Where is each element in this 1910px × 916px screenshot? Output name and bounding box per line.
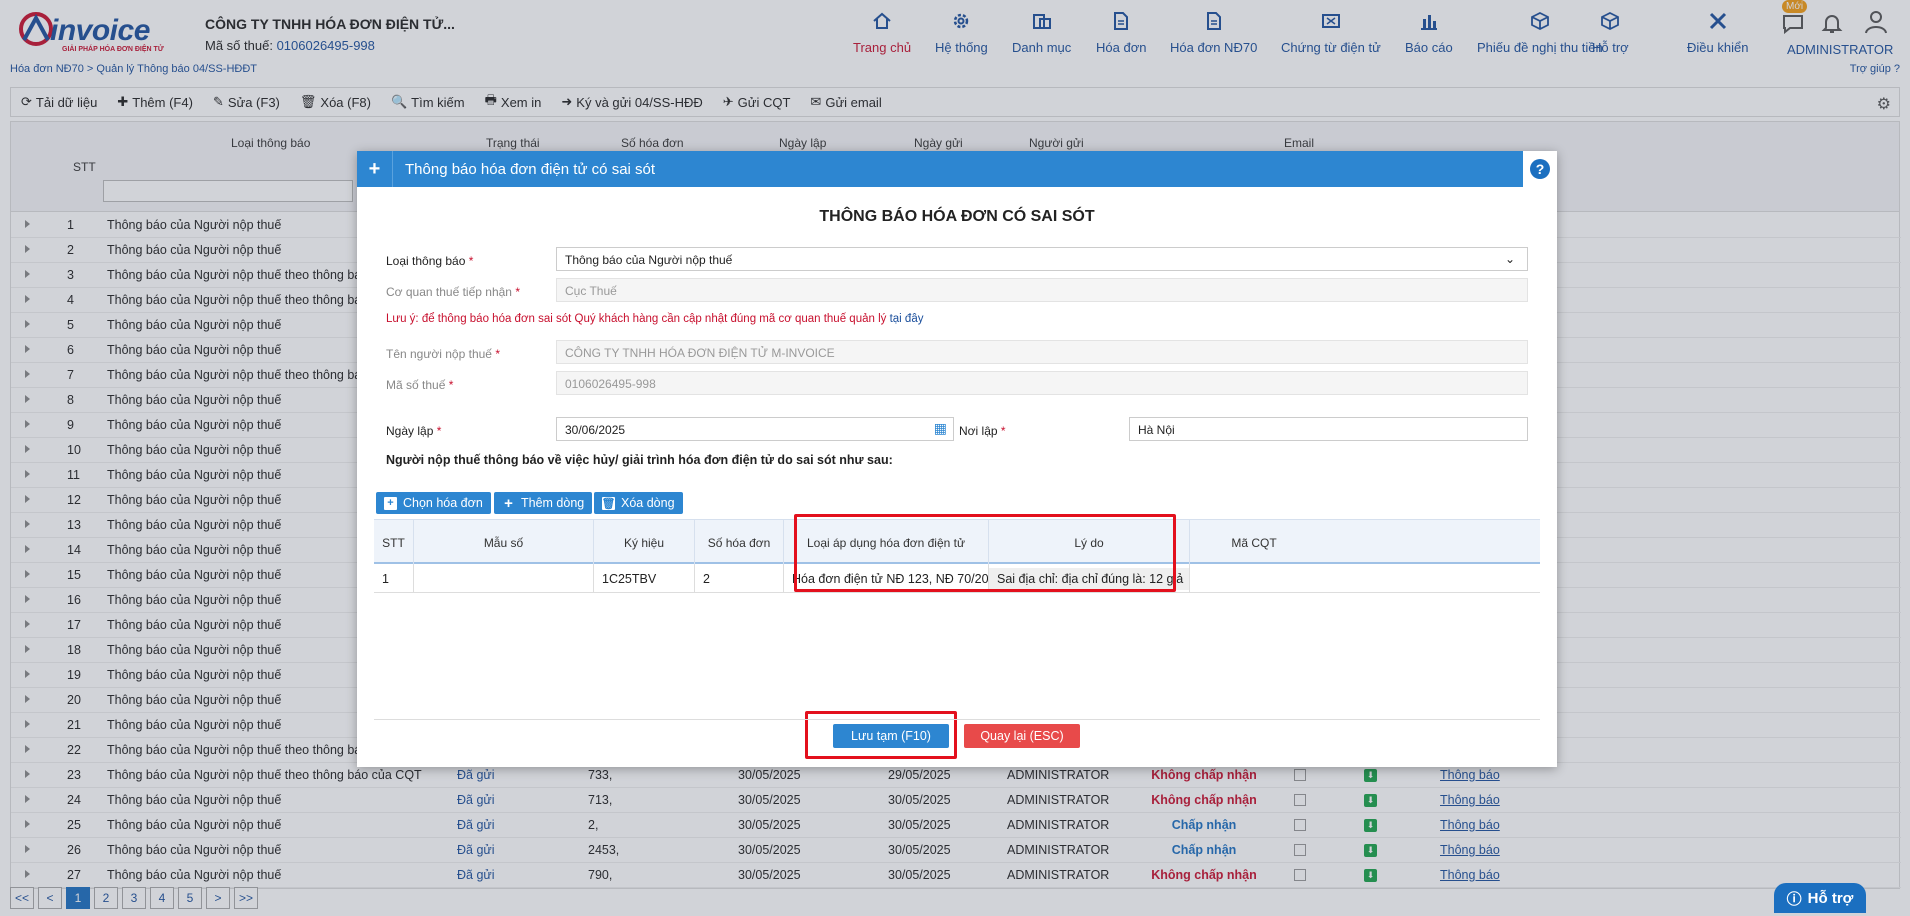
cell-stt: 1	[374, 565, 414, 593]
plus-square-icon: +	[384, 496, 397, 510]
ten-nnt-label: Tên người nộp thuế *	[386, 347, 500, 361]
plus-icon: +	[357, 151, 393, 187]
dialog-title: Thông báo hóa đơn điện tử có sai sót	[405, 161, 656, 178]
ma-so-thue-field: 0106026495-998	[556, 371, 1528, 395]
note-text: Lưu ý: để thông báo hóa đơn sai sót Quý …	[386, 313, 887, 325]
th-ma-cqt: Mã CQT	[1231, 535, 1277, 550]
chevron-down-icon: ⌄	[1504, 252, 1515, 266]
noi-lap-text: Nơi lập	[959, 424, 998, 438]
ten-nnt-field: CÔNG TY TNHH HÓA ĐƠN ĐIỆN TỬ M-INVOICE	[556, 340, 1528, 364]
back-button[interactable]: Quay lại (ESC)	[964, 724, 1080, 748]
loai-thong-bao-text: Loại thông báo	[386, 254, 466, 268]
cell-mau-so[interactable]	[414, 565, 594, 593]
cell-ma-cqt[interactable]	[1190, 565, 1318, 593]
footer-divider	[374, 719, 1540, 720]
cell-so-hoa-don[interactable]: 2	[695, 565, 784, 593]
ngay-lap-text: Ngày lập	[386, 424, 434, 438]
support-label: Hỗ trợ	[1807, 889, 1854, 907]
question-icon: ?	[1530, 159, 1550, 179]
required-mark: *	[468, 254, 474, 268]
required-mark: *	[436, 424, 442, 438]
co-quan-thue-label: Cơ quan thuế tiếp nhận *	[386, 285, 520, 299]
save-draft-button[interactable]: Lưu tạm (F10)	[833, 724, 949, 748]
ten-nnt-text: Tên người nộp thuế	[386, 347, 492, 361]
choose-invoice-label: Chọn hóa đơn	[403, 496, 483, 510]
required-mark: *	[495, 347, 500, 361]
loai-thong-bao-label: Loại thông báo *	[386, 254, 473, 268]
noi-lap-label: Nơi lập *	[959, 424, 1006, 438]
th-stt: STT	[374, 520, 414, 565]
tax-office-note: Lưu ý: để thông báo hóa đơn sai sót Quý …	[386, 313, 923, 325]
calendar-icon[interactable]: ▦	[934, 420, 947, 437]
choose-invoice-button[interactable]: + Chọn hóa đơn	[376, 492, 491, 514]
ma-so-thue-label: Mã số thuế *	[386, 378, 453, 392]
delete-row-button[interactable]: 🗑 Xóa dòng	[594, 492, 683, 514]
required-mark: *	[448, 378, 454, 392]
loai-thong-bao-value: Thông báo của Người nộp thuế	[565, 253, 733, 267]
th-so-hoa-don: Số hóa đơn	[695, 520, 784, 565]
delete-row-label: Xóa dòng	[621, 496, 675, 510]
plus-icon: +	[504, 494, 513, 512]
ma-so-thue-text: Mã số thuế	[386, 378, 446, 392]
th-mau-so: Mẫu số	[414, 520, 594, 565]
add-row-button[interactable]: + Thêm dòng	[494, 492, 593, 514]
co-quan-thue-text: Cơ quan thuế tiếp nhận	[386, 285, 512, 299]
ngay-lap-label: Ngày lập *	[386, 424, 441, 438]
cell-ky-hieu[interactable]: 1C25TBV	[594, 565, 695, 593]
error-notice-dialog: + Thông báo hóa đơn điện tử có sai sót ?…	[357, 151, 1557, 767]
loai-thong-bao-select[interactable]: Thông báo của Người nộp thuế ⌄	[556, 247, 1528, 271]
ngay-lap-input[interactable]: 30/06/2025 ▦	[556, 417, 954, 441]
dialog-header: + Thông báo hóa đơn điện tử có sai sót ?	[357, 151, 1557, 187]
update-tax-office-link[interactable]: tại đây	[890, 313, 924, 325]
co-quan-thue-field: Cục Thuế	[556, 278, 1528, 302]
support-button[interactable]: ⓘ Hỗ trợ	[1774, 883, 1866, 913]
required-mark: *	[1000, 424, 1006, 438]
section-description: Người nộp thuế thông báo về việc hủy/ gi…	[386, 453, 893, 467]
add-row-label: Thêm dòng	[521, 496, 585, 510]
question-circle-icon: ⓘ	[1786, 890, 1802, 908]
form-title: THÔNG BÁO HÓA ĐƠN CÓ SAI SÓT	[819, 208, 1095, 225]
highlight-box-loai-ly-do	[794, 514, 1176, 592]
ngay-lap-value: 30/06/2025	[565, 423, 626, 437]
th-ky-hieu: Ký hiệu	[594, 520, 695, 565]
required-mark: *	[515, 285, 520, 299]
dialog-help-button[interactable]: ?	[1523, 151, 1557, 187]
trash-icon: 🗑	[601, 496, 616, 510]
noi-lap-input[interactable]: Hà Nội	[1129, 417, 1528, 441]
